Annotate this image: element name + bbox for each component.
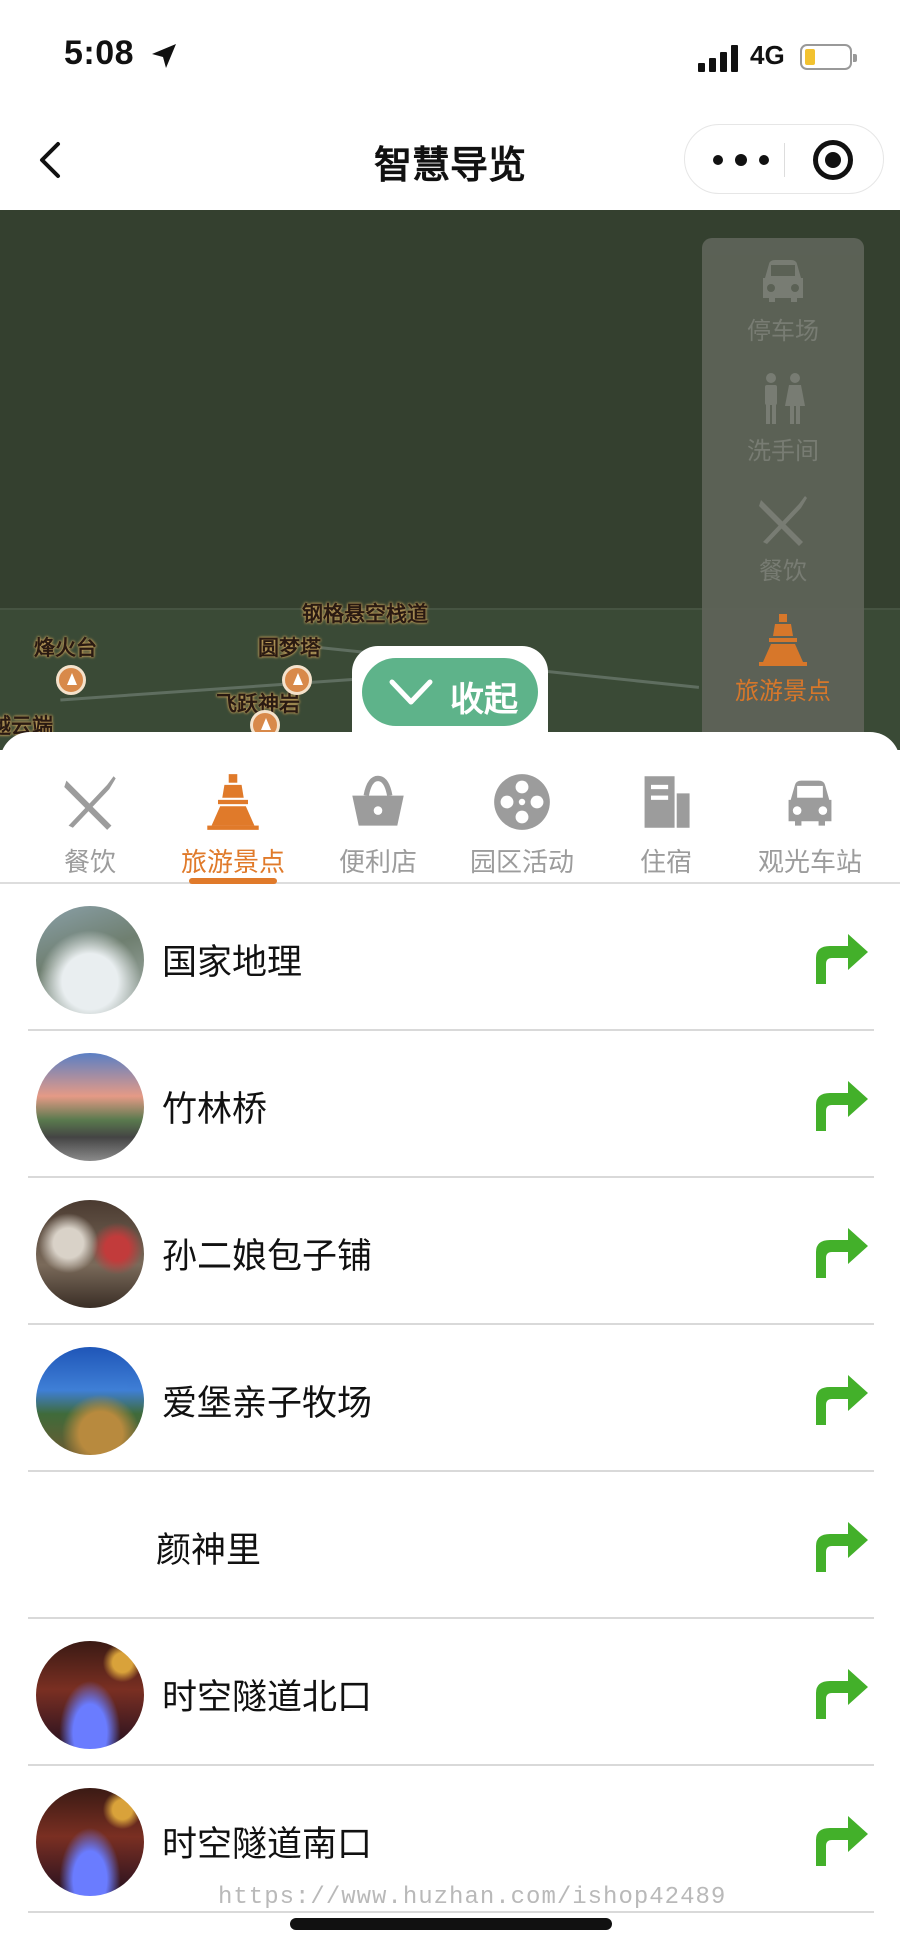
spot-thumbnail: [36, 1200, 144, 1308]
tab-scenic[interactable]: 旅游景点: [168, 752, 298, 884]
legend-label: 洗手间: [747, 437, 819, 465]
list-item[interactable]: 时空隧道北口: [28, 1619, 874, 1766]
tower-icon: [207, 774, 259, 830]
legend-label: 餐饮: [759, 557, 807, 585]
spot-name: 孙二娘包子铺: [162, 1237, 373, 1277]
tab-label: 旅游景点: [180, 848, 285, 878]
directions-arrow-icon[interactable]: [810, 1224, 870, 1280]
list-item[interactable]: 孙二娘包子铺: [28, 1178, 874, 1325]
legend-scenic[interactable]: 旅游景点: [702, 598, 864, 716]
spot-name: 竹林桥: [162, 1090, 268, 1130]
map-label: 烽火台: [34, 636, 97, 660]
legend-label: 停车场: [747, 317, 819, 345]
car-icon: [788, 780, 832, 826]
legend-parking[interactable]: 停车场: [702, 238, 864, 356]
basket-icon: [352, 775, 404, 826]
tower-icon: [759, 614, 807, 666]
collapse-label: 收起: [450, 680, 518, 720]
spot-name: 时空隧道北口: [162, 1678, 373, 1718]
list-item[interactable]: 竹林桥: [28, 1031, 874, 1178]
chevron-down-icon: [389, 679, 433, 705]
spot-name: 颜神里: [156, 1531, 262, 1571]
more-icon[interactable]: [713, 147, 773, 173]
list-item[interactable]: 颜神里: [28, 1472, 874, 1619]
directions-arrow-icon[interactable]: [810, 1371, 870, 1427]
tab-lodging[interactable]: 住宿: [606, 752, 726, 884]
restroom-icon: [765, 373, 805, 424]
capsule-divider: [784, 143, 785, 177]
fork-knife-icon: [64, 776, 116, 830]
battery-icon: [800, 44, 857, 70]
fork-knife-icon: [759, 496, 807, 546]
network-type: 4G: [750, 40, 785, 70]
location-arrow-icon: [152, 44, 176, 68]
status-bar: 5:08 4G: [0, 0, 900, 110]
tab-shuttle[interactable]: 观光车站: [748, 752, 872, 884]
tab-label: 餐饮: [63, 848, 116, 878]
spot-thumbnail: [36, 906, 144, 1014]
film-reel-icon: [494, 774, 550, 830]
map-legend-panel: 停车场 洗手间 餐饮 旅游景点: [702, 238, 864, 750]
directions-arrow-icon[interactable]: [810, 1518, 870, 1574]
category-tabs: 餐饮 旅游景点 便利店 园区活动 住宿 观光车站: [0, 732, 900, 884]
map-marker[interactable]: [56, 665, 86, 695]
car-icon: [763, 260, 803, 302]
legend-restroom[interactable]: 洗手间: [702, 358, 864, 476]
tab-label: 园区活动: [469, 848, 574, 878]
tab-label: 便利店: [338, 848, 417, 878]
signal-icon: [698, 44, 740, 72]
collapse-tab: 收起: [352, 646, 548, 746]
legend-dining[interactable]: 餐饮: [702, 478, 864, 596]
list-item[interactable]: 国家地理: [28, 884, 874, 1031]
spot-thumbnail: [36, 1053, 144, 1161]
building-icon: [644, 776, 690, 828]
spot-thumbnail: [36, 1494, 144, 1602]
spot-thumbnail: [36, 1641, 144, 1749]
tab-store[interactable]: 便利店: [318, 752, 438, 884]
collapse-button[interactable]: 收起: [362, 658, 538, 726]
nav-bar: 智慧导览: [0, 110, 900, 210]
spot-thumbnail: [36, 1347, 144, 1455]
list-item[interactable]: 爱堡亲子牧场: [28, 1325, 874, 1472]
miniprogram-capsule: [684, 124, 884, 194]
tab-events[interactable]: 园区活动: [454, 752, 590, 884]
close-miniprogram-icon[interactable]: [813, 140, 853, 180]
legend-label: 旅游景点: [735, 677, 831, 705]
directions-arrow-icon[interactable]: [810, 1812, 870, 1868]
home-indicator[interactable]: [290, 1918, 612, 1930]
directions-arrow-icon[interactable]: [810, 1077, 870, 1133]
directions-arrow-icon[interactable]: [810, 1665, 870, 1721]
map-label: 圆梦塔: [258, 636, 321, 660]
map-label: 钢格悬空栈道: [302, 602, 428, 626]
watermark: https://www.huzhan.com/ishop42489: [218, 1884, 727, 1911]
poi-sheet: 餐饮 旅游景点 便利店 园区活动 住宿 观光车站 国家地理 竹林桥 孙二娘包子铺…: [0, 732, 900, 1948]
spot-name: 国家地理: [162, 943, 303, 983]
tab-label: 住宿: [639, 848, 692, 878]
status-time: 5:08: [64, 34, 135, 72]
directions-arrow-icon[interactable]: [810, 930, 870, 986]
spot-thumbnail: [36, 1788, 144, 1896]
spot-name: 时空隧道南口: [162, 1825, 373, 1865]
tab-dining[interactable]: 餐饮: [30, 752, 150, 884]
tab-label: 观光车站: [757, 848, 862, 878]
scenic-spot-list: 国家地理 竹林桥 孙二娘包子铺 爱堡亲子牧场 颜神里 时空隧道北口 时空隧道南口: [28, 884, 874, 1913]
spot-name: 爱堡亲子牧场: [162, 1384, 373, 1424]
map-marker[interactable]: [282, 665, 312, 695]
